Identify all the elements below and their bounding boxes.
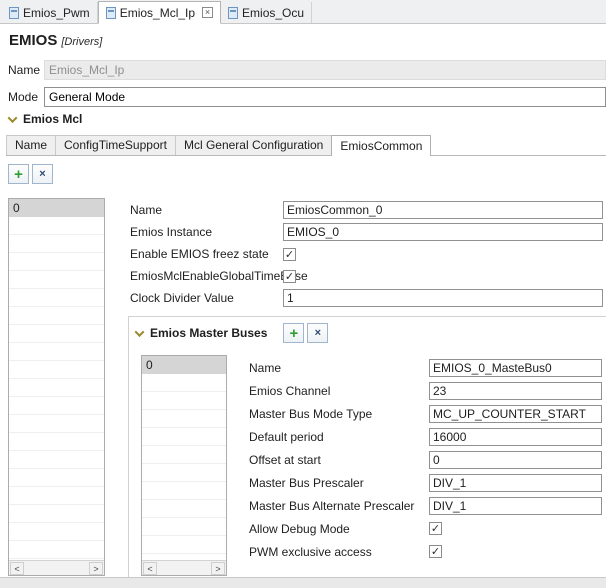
page-title: EMIOS [Drivers] [9,32,102,49]
tab-emioscommon[interactable]: EmiosCommon [331,135,432,156]
field-label: Master Bus Alternate Prescaler [249,498,415,513]
emios-common-form: Name EmiosCommon_0 Emios Instance EMIOS_0 En… [130,199,603,309]
remove-button[interactable]: × [32,164,53,184]
mode-field[interactable]: General Mode [44,87,606,107]
tab-name[interactable]: Name [6,135,57,155]
tab-configtimesupport[interactable]: ConfigTimeSupport [55,135,176,155]
field-label: Allow Debug Mode [249,521,350,536]
master-bus-list[interactable]: 0 < > [141,355,227,576]
field-label: Offset at start [249,452,321,467]
input-master-bus-alternate-prescaler[interactable]: DIV_1 [429,496,602,515]
scroll-left-button[interactable]: < [10,561,24,575]
field-label: Master Bus Mode Type [249,406,373,421]
input-name[interactable]: EMIOS_0_MasteBus0 [429,358,602,377]
master-buses-section-title: Emios Master Buses [150,326,268,340]
field-label: Name [249,360,282,375]
tab-mcl-general-configuration[interactable]: Mcl General Configuration [174,135,333,155]
editor-tab-label: Emios_Pwm [23,5,90,20]
mode-row: Mode General Mode [8,87,606,107]
field-row-clock-divider-value: Clock Divider Value 1 [130,287,603,309]
checkbox-enable-emios-freez-state[interactable]: ✓ [283,247,296,261]
emios-common-toolbar: + × [8,164,53,184]
input-emios-instance[interactable]: EMIOS_0 [283,223,603,241]
emios-common-list[interactable]: 0 < > [8,198,105,576]
input-default-period[interactable]: 16000 [429,427,602,446]
field-row-master-bus-mode-type: Master Bus Mode Type MC_UP_COUNTER_START [249,402,602,425]
horizontal-scrollbar[interactable]: < > [9,560,104,575]
chevron-down-icon[interactable] [7,112,18,123]
tab-close-icon[interactable]: × [202,7,214,18]
field-label: PWM exclusive access [249,544,372,559]
scroll-left-button[interactable]: < [143,561,157,575]
name-field: Emios_Mcl_Ip [44,60,606,80]
field-label: Default period [249,429,324,444]
field-row-name: Name EMIOS_0_MasteBus0 [249,356,602,379]
field-row-emiosmclenableglobaltimebase: EmiosMclEnableGlobalTimeBase ✓ [130,265,603,287]
add-button[interactable]: + [8,164,29,184]
list-background [142,356,226,560]
field-row-allow-debug-mode: Allow Debug Mode ✓ [249,517,602,540]
config-file-icon [9,6,19,19]
list-item-0[interactable]: 0 [9,199,104,217]
name-label: Name [8,63,41,77]
master-buses-section-header: Emios Master Buses + × [134,323,329,343]
emios-master-buses-section: Emios Master Buses + × 0 < > Name EMIOS_0_M… [128,316,606,578]
mcl-tab-bar: Name ConfigTimeSupport Mcl General Configu… [6,135,606,156]
field-label: Enable EMIOS freez state [130,247,269,261]
field-label: Emios Instance [130,225,213,239]
editor-tab-emios-pwm[interactable]: Emios_Pwm [2,2,98,23]
editor-tab-label: Emios_Ocu [242,5,305,20]
master-bus-toolbar: + × [283,323,329,343]
scroll-right-button[interactable]: > [89,561,103,575]
field-row-enable-emios-freez-state: Enable EMIOS freez state ✓ [130,243,603,265]
field-row-pwm-exclusive-access: PWM exclusive access ✓ [249,540,602,563]
checkbox-allow-debug-mode[interactable]: ✓ [429,522,442,535]
editor-tab-emios-mcl-ip[interactable]: Emios_Mcl_Ip × [97,1,222,24]
editor-tab-emios-ocu[interactable]: Emios_Ocu [221,2,313,23]
field-label: Master Bus Prescaler [249,475,364,490]
input-clock-divider-value[interactable]: 1 [283,289,603,307]
input-emios-channel[interactable]: 23 [429,381,602,400]
field-label: Emios Channel [249,383,331,398]
input-master-bus-prescaler[interactable]: DIV_1 [429,473,602,492]
field-row-master-bus-prescaler: Master Bus Prescaler DIV_1 [249,471,602,494]
editor-tab-label: Emios_Mcl_Ip [119,5,196,20]
checkbox-emiosmclenableglobaltimebase[interactable]: ✓ [283,269,296,283]
emios-mcl-section-title: Emios Mcl [23,112,83,126]
input-offset-at-start[interactable]: 0 [429,450,602,469]
input-name[interactable]: EmiosCommon_0 [283,201,603,219]
emios-config-editor: Emios_Pwm Emios_Mcl_Ip × Emios_Ocu EMIOS [Dr… [0,0,606,588]
field-row-master-bus-alternate-prescaler: Master Bus Alternate Prescaler DIV_1 [249,494,602,517]
field-label: Clock Divider Value [130,291,234,305]
input-master-bus-mode-type[interactable]: MC_UP_COUNTER_START [429,404,602,423]
field-row-emios-channel: Emios Channel 23 [249,379,602,402]
field-label: Name [130,203,163,217]
scroll-right-button[interactable]: > [211,561,225,575]
config-file-icon [105,6,116,19]
driver-title: EMIOS [9,32,58,49]
field-row-emios-instance: Emios Instance EMIOS_0 [130,221,603,243]
driver-subtitle: [Drivers] [61,36,103,48]
name-row: Name Emios_Mcl_Ip [8,60,606,80]
bottom-scrollbar[interactable] [0,577,606,588]
horizontal-scrollbar[interactable]: < > [142,560,226,575]
master-bus-form: Name EMIOS_0_MasteBus0 Emios Channel 23 Mast… [249,356,602,563]
remove-master-bus-button[interactable]: × [307,323,329,343]
field-row-default-period: Default period 16000 [249,425,602,448]
mode-label: Mode [8,90,39,104]
chevron-down-icon[interactable] [134,326,145,337]
list-background [9,199,104,560]
config-file-icon [228,6,239,19]
field-label: EmiosMclEnableGlobalTimeBase [130,269,308,283]
field-row-name: Name EmiosCommon_0 [130,199,603,221]
editor-tab-bar: Emios_Pwm Emios_Mcl_Ip × Emios_Ocu [0,0,606,24]
field-row-offset-at-start: Offset at start 0 [249,448,602,471]
checkbox-pwm-exclusive-access[interactable]: ✓ [429,545,442,558]
emios-mcl-section-header: Emios Mcl [7,112,83,126]
list-item-0[interactable]: 0 [142,356,226,374]
add-master-bus-button[interactable]: + [283,323,305,343]
